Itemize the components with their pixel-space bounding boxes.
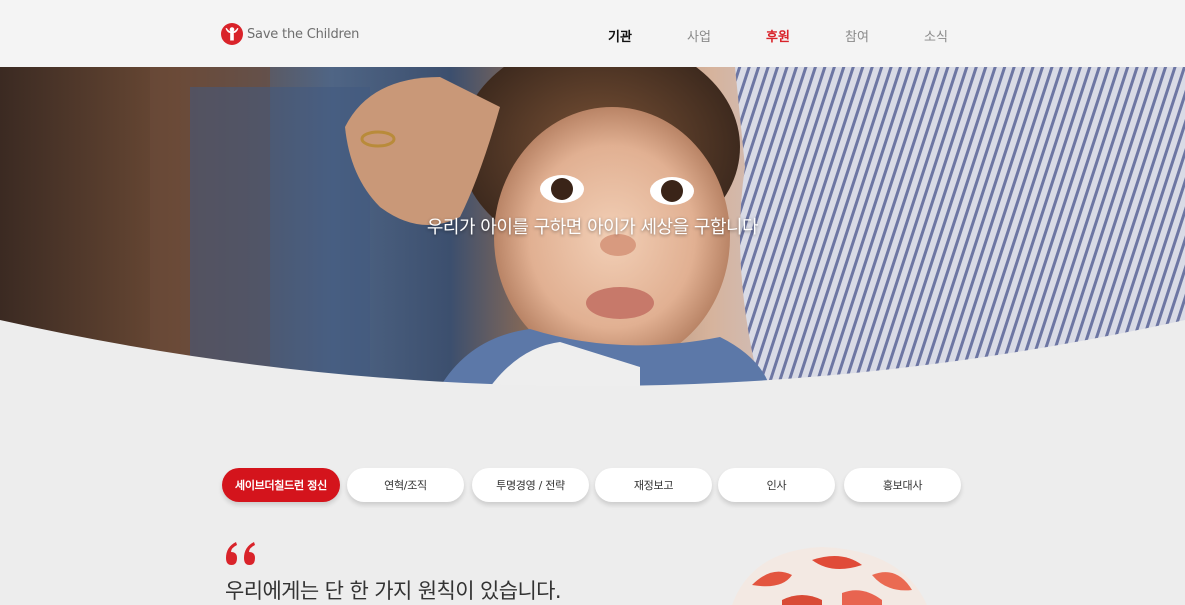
child-with-scarf-photo (732, 547, 927, 605)
intro-headline: 우리에게는 단 한 가지 원칙이 있습니다. (225, 579, 562, 603)
tab-financial-report[interactable]: 재정보고 (595, 468, 712, 502)
nav-item-programs[interactable]: 사업 (687, 26, 711, 45)
main-nav: 기관 사업 후원 참여 소식 (0, 26, 1185, 45)
tab-spirit[interactable]: 세이브더칠드런 정신 (222, 468, 340, 502)
hero-banner: 우리가 아이를 구하면 아이가 세상을 구합니다 (0, 67, 1185, 387)
site-header: Save the Children 기관 사업 후원 참여 소식 (0, 0, 1185, 67)
hero-caption: 우리가 아이를 구하면 아이가 세상을 구합니다 (426, 217, 759, 238)
tab-personnel[interactable]: 인사 (718, 468, 835, 502)
tab-ambassadors[interactable]: 홍보대사 (844, 468, 961, 502)
tab-history-organization[interactable]: 연혁/조직 (347, 468, 464, 502)
tab-transparency-strategy[interactable]: 투명경영 / 전략 (472, 468, 589, 502)
nav-item-participate[interactable]: 참여 (845, 26, 869, 45)
nav-item-donate[interactable]: 후원 (766, 26, 790, 45)
nav-item-news[interactable]: 소식 (924, 26, 948, 45)
quote-mark-icon (226, 542, 255, 565)
nav-item-organization[interactable]: 기관 (608, 26, 632, 45)
